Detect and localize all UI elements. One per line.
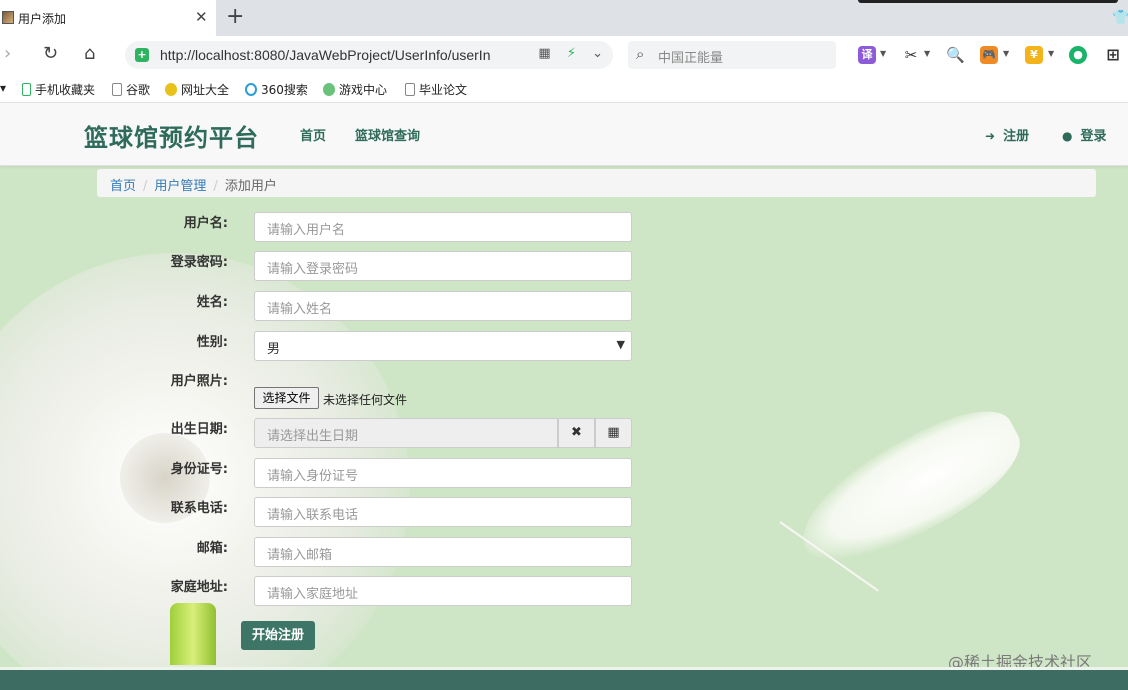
skin-icon[interactable]: 👕 xyxy=(1112,10,1128,26)
search-icon xyxy=(245,83,257,96)
breadcrumb-user-mgmt-link[interactable]: 用户管理 xyxy=(154,179,206,194)
user-icon: ● xyxy=(1062,129,1073,143)
bookmarks-caret-icon[interactable]: ▾ xyxy=(0,81,6,95)
page-icon xyxy=(112,83,122,96)
nav-venue-search-link[interactable]: 篮球馆查询 xyxy=(355,125,420,144)
file-status-text: 未选择任何文件 xyxy=(323,393,408,407)
browser-tabbar: 用户添加 ✕ + 👕 xyxy=(0,0,1128,36)
breadcrumb-current: 添加用户 xyxy=(224,179,277,194)
close-icon: ✖ xyxy=(571,425,582,440)
site-navbar: 篮球馆预约平台 首页 篮球馆查询 ➜ 注册 ● 登录 xyxy=(0,103,1128,166)
breadcrumb-separator: / xyxy=(143,179,148,194)
home-icon[interactable]: ⌂ xyxy=(84,44,95,64)
site-footer-bar xyxy=(0,667,1128,690)
username-label: 用户名: xyxy=(183,216,228,231)
email-label: 邮箱: xyxy=(196,541,228,556)
bookmark-item[interactable]: 谷歌 xyxy=(112,81,150,98)
apps-grid-icon[interactable]: ⊞ xyxy=(1104,46,1122,64)
tab-title: 用户添加 xyxy=(18,12,67,26)
address-input[interactable]: 请输入家庭地址 xyxy=(254,576,632,606)
phone-input[interactable]: 请输入联系电话 xyxy=(254,497,632,527)
coupon-icon[interactable]: ¥ xyxy=(1025,46,1043,64)
game-icon xyxy=(323,83,335,96)
password-input[interactable]: 请输入登录密码 xyxy=(254,251,632,281)
search-input[interactable]: 中国正能量 xyxy=(658,47,723,66)
qr-code-icon[interactable]: ▦ xyxy=(538,46,550,61)
photo-label: 用户照片: xyxy=(170,374,228,389)
tab-strip-decoration xyxy=(858,0,1118,3)
secure-shield-icon: + xyxy=(135,48,149,62)
page-content: 篮球馆预约平台 首页 篮球馆查询 ➜ 注册 ● 登录 首页 / 用户管理 / 添加用户 用户… xyxy=(0,103,1128,690)
bookmarks-bar: ▾ 手机收藏夹 谷歌 网址大全 360搜索 游戏中心 毕业论文 xyxy=(0,74,1128,103)
name-label: 姓名: xyxy=(196,295,228,310)
gender-select[interactable]: 男 ▼ xyxy=(254,331,632,361)
phone-icon xyxy=(22,83,31,96)
bookmark-item[interactable]: 毕业论文 xyxy=(405,81,467,98)
translate-icon[interactable]: 译 xyxy=(858,46,876,64)
password-label: 登录密码: xyxy=(170,255,228,270)
birthday-input[interactable]: 请选择出生日期 xyxy=(254,418,558,448)
favicon-icon xyxy=(2,11,14,24)
search-box[interactable]: ⌕ 中国正能量 xyxy=(628,41,836,69)
calendar-button[interactable]: ▦ xyxy=(595,418,632,448)
forward-icon[interactable]: › xyxy=(4,44,11,64)
page-icon xyxy=(405,83,415,96)
breadcrumb-home-link[interactable]: 首页 xyxy=(110,179,136,194)
submit-register-button[interactable]: 开始注册 xyxy=(241,621,315,650)
bookmark-item[interactable]: 游戏中心 xyxy=(323,81,387,98)
bookmark-item[interactable]: 网址大全 xyxy=(165,81,229,98)
search-icon: ⌕ xyxy=(636,45,645,63)
bookmark-item[interactable]: 手机收藏夹 xyxy=(22,81,95,98)
site-brand[interactable]: 篮球馆预约平台 xyxy=(84,118,259,153)
browser-toolbar: › ↻ ⌂ + http://localhost:8080/JavaWebPro… xyxy=(0,36,1128,74)
scissors-icon[interactable]: ✂ xyxy=(902,46,920,64)
gamepad-icon[interactable]: 🎮 xyxy=(980,46,998,64)
lightning-icon[interactable]: ⚡ xyxy=(567,46,576,61)
address-bar[interactable]: + http://localhost:8080/JavaWebProject/U… xyxy=(125,41,613,69)
login-link[interactable]: ● 登录 xyxy=(1062,125,1107,144)
bookmark-item[interactable]: 360搜索 xyxy=(245,81,308,98)
id-card-label: 身份证号: xyxy=(170,462,228,477)
register-link[interactable]: ➜ 注册 xyxy=(985,125,1029,144)
nav-home-link[interactable]: 首页 xyxy=(300,125,326,144)
chevron-down-icon[interactable]: ⌄ xyxy=(592,46,603,61)
clear-date-button[interactable]: ✖ xyxy=(558,418,595,448)
chevron-down-icon[interactable]: ▼ xyxy=(924,49,930,58)
breadcrumb-separator: / xyxy=(213,179,218,194)
id-card-input[interactable]: 请输入身份证号 xyxy=(254,458,632,488)
globe-icon xyxy=(165,83,177,96)
reload-icon[interactable]: ↻ xyxy=(43,44,58,64)
wechat-icon[interactable]: ● xyxy=(1069,46,1087,64)
phone-label: 联系电话: xyxy=(170,501,228,516)
feather-background-image xyxy=(782,391,1038,585)
username-input[interactable]: 请输入用户名 xyxy=(254,212,632,242)
sign-in-icon: ➜ xyxy=(985,129,996,143)
breadcrumb: 首页 / 用户管理 / 添加用户 xyxy=(97,169,1096,197)
close-tab-icon[interactable]: ✕ xyxy=(195,8,208,26)
chevron-down-icon: ▼ xyxy=(616,338,625,351)
choose-file-button[interactable]: 选择文件 xyxy=(254,387,319,409)
url-text[interactable]: http://localhost:8080/JavaWebProject/Use… xyxy=(160,47,530,63)
dandelion-stem-image xyxy=(170,603,216,665)
new-tab-button[interactable]: + xyxy=(226,5,244,29)
browser-tab[interactable]: 用户添加 ✕ xyxy=(0,0,216,36)
name-input[interactable]: 请输入姓名 xyxy=(254,291,632,321)
chevron-down-icon[interactable]: ▼ xyxy=(1048,49,1054,58)
birthday-label: 出生日期: xyxy=(170,422,228,437)
gender-label: 性别: xyxy=(196,335,228,350)
calendar-icon: ▦ xyxy=(607,425,620,440)
gender-select-value: 男 xyxy=(267,342,281,357)
magnifier-icon[interactable]: 🔍 xyxy=(946,46,965,64)
chevron-down-icon[interactable]: ▼ xyxy=(880,49,886,58)
address-label: 家庭地址: xyxy=(170,580,228,595)
chevron-down-icon[interactable]: ▼ xyxy=(1003,49,1009,58)
email-input[interactable]: 请输入邮箱 xyxy=(254,537,632,567)
